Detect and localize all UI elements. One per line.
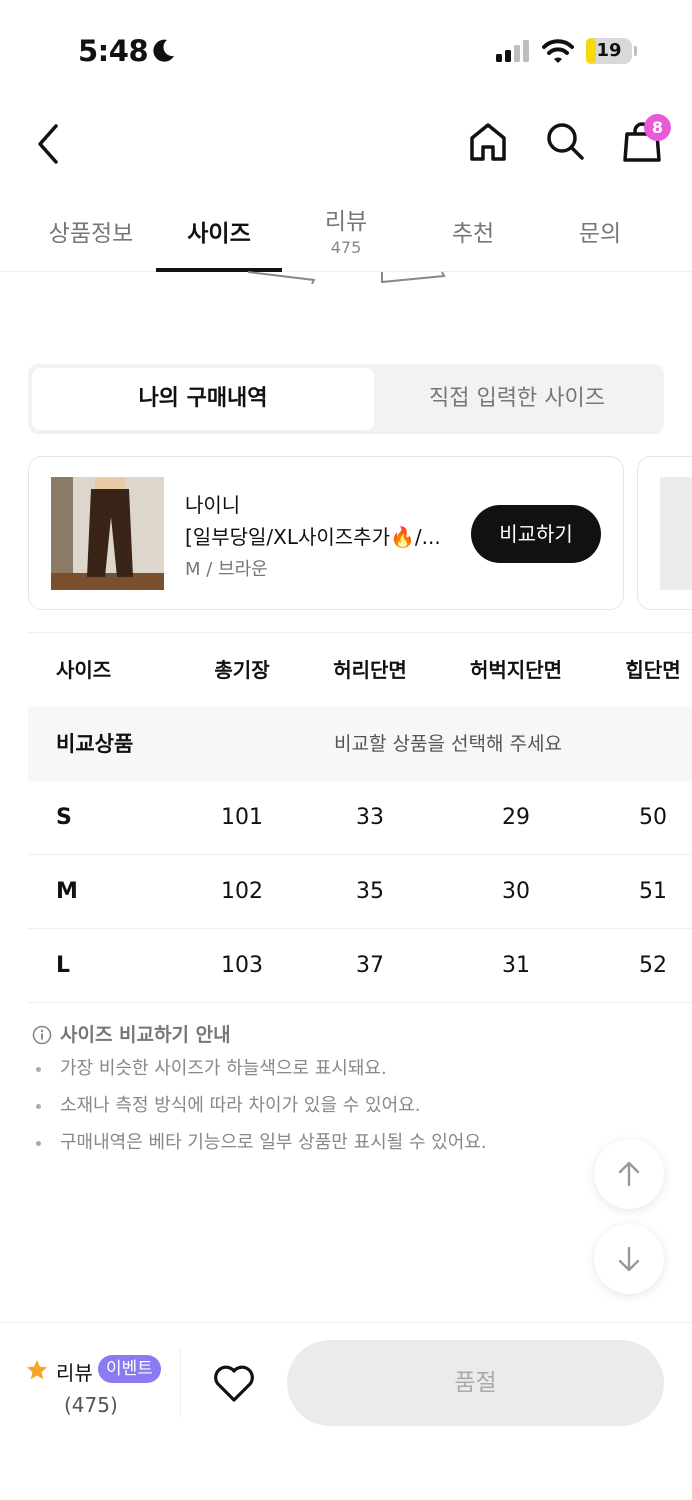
table-cell: 102 [221, 879, 263, 904]
table-cell: 52 [639, 953, 667, 978]
guide-item: 구매내역은 베타 기능으로 일부 상품만 표시될 수 있어요. [32, 1124, 652, 1161]
next-product-card[interactable] [637, 456, 692, 610]
size-label: L [56, 953, 71, 978]
size-compare-guide: 사이즈 비교하기 안내 가장 비슷한 사이즈가 하늘색으로 표시돼요. 소재나 … [32, 1020, 652, 1161]
tab-inquiry[interactable]: 문의 [537, 196, 663, 272]
battery-indicator: 19 [586, 38, 632, 64]
tab-label: 리뷰 [324, 209, 368, 235]
tab-recommend[interactable]: 추천 [410, 196, 536, 272]
info-icon [32, 1025, 52, 1045]
tab-label: 추천 [451, 221, 495, 247]
battery-nub [634, 46, 637, 56]
tab-label: 상품정보 [48, 221, 134, 247]
guide-title-text: 사이즈 비교하기 안내 [60, 1024, 231, 1046]
star-icon [27, 1360, 47, 1380]
size-source-switch: 나의 구매내역 직접 입력한 사이즈 [28, 364, 664, 434]
search-icon[interactable] [544, 120, 586, 162]
table-cell: 51 [639, 879, 667, 904]
status-time: 5:48 [78, 34, 149, 68]
divider [180, 1349, 181, 1417]
compare-button[interactable]: 비교하기 [471, 505, 601, 563]
column-header: 허벅지단면 [470, 658, 562, 682]
size-table-header: 사이즈 총기장 허리단면 허벅지단면 힙단면 [28, 633, 692, 707]
purchased-product-card[interactable]: 나이니 [일부당일/XL사이즈추가🔥/... M / 브라운 비교하기 [28, 456, 624, 610]
segment-entered-size[interactable]: 직접 입력한 사이즈 [374, 368, 660, 430]
table-cell: 29 [502, 805, 530, 830]
review-summary[interactable]: 리뷰 이벤트 (475) [24, 1353, 174, 1423]
wifi-icon [542, 39, 574, 63]
scroll-to-top-button[interactable] [594, 1139, 664, 1209]
tab-product-info[interactable]: 상품정보 [28, 196, 154, 272]
product-name: [일부당일/XL사이즈추가🔥/... [185, 525, 441, 549]
tab-size[interactable]: 사이즈 [156, 196, 282, 272]
column-header: 사이즈 [56, 658, 112, 682]
size-table: 사이즈 총기장 허리단면 허벅지단면 힙단면 비교상품 비교할 상품을 선택해 … [28, 632, 692, 1003]
table-cell: 101 [221, 805, 263, 830]
review-count: (475) [64, 1393, 118, 1417]
home-icon[interactable] [466, 120, 510, 164]
moon-icon [153, 39, 174, 62]
column-header: 힙단면 [625, 658, 681, 682]
tab-review-count: 475 [330, 238, 362, 257]
tab-label: 사이즈 [187, 221, 251, 247]
battery-level: 19 [596, 40, 622, 61]
cart-count-badge: 8 [644, 114, 671, 141]
column-header: 총기장 [214, 658, 270, 682]
product-thumbnail [51, 477, 164, 590]
arrow-down-icon [618, 1246, 640, 1272]
product-brand: 나이니 [185, 493, 241, 517]
review-label: 리뷰 [56, 1361, 93, 1385]
status-bar: 5:48 19 [0, 0, 692, 100]
event-badge: 이벤트 [98, 1355, 161, 1383]
size-label: S [56, 805, 72, 830]
column-header: 허리단면 [333, 658, 407, 682]
tab-label: 문의 [578, 221, 622, 247]
sold-out-button: 품절 [287, 1340, 664, 1426]
product-thumbnail [660, 477, 692, 590]
compare-row-label: 비교상품 [56, 732, 134, 756]
scroll-to-bottom-button[interactable] [594, 1224, 664, 1294]
tab-review[interactable]: 리뷰 475 [283, 196, 409, 272]
compare-product-row: 비교상품 비교할 상품을 선택해 주세요 [28, 707, 692, 781]
table-cell: 37 [356, 953, 384, 978]
cellular-signal-icon [496, 40, 529, 62]
segment-purchase-history[interactable]: 나의 구매내역 [32, 368, 374, 430]
guide-item: 소재나 측정 방식에 따라 차이가 있을 수 있어요. [32, 1087, 652, 1124]
table-cell: 103 [221, 953, 263, 978]
table-row: M 102 35 30 51 [28, 855, 692, 929]
table-cell: 30 [502, 879, 530, 904]
guide-item: 가장 비슷한 사이즈가 하늘색으로 표시돼요. [32, 1050, 652, 1087]
size-diagram-fragment [247, 271, 316, 284]
guide-title: 사이즈 비교하기 안내 [32, 1020, 652, 1050]
heart-icon[interactable] [212, 1363, 256, 1403]
table-cell: 50 [639, 805, 667, 830]
bottom-action-bar: 리뷰 이벤트 (475) 품절 [0, 1322, 692, 1500]
table-cell: 31 [502, 953, 530, 978]
compare-row-message: 비교할 상품을 선택해 주세요 [334, 733, 562, 755]
table-cell: 33 [356, 805, 384, 830]
size-diagram-fragment [381, 271, 446, 284]
table-row: S 101 33 29 50 [28, 781, 692, 855]
back-icon[interactable] [30, 122, 66, 166]
arrow-up-icon [618, 1161, 640, 1187]
tab-bar: 상품정보 사이즈 리뷰 475 추천 문의 [0, 196, 692, 272]
table-cell: 35 [356, 879, 384, 904]
product-option: M / 브라운 [185, 559, 268, 580]
size-label: M [56, 879, 78, 904]
table-row: L 103 37 31 52 [28, 929, 692, 1003]
